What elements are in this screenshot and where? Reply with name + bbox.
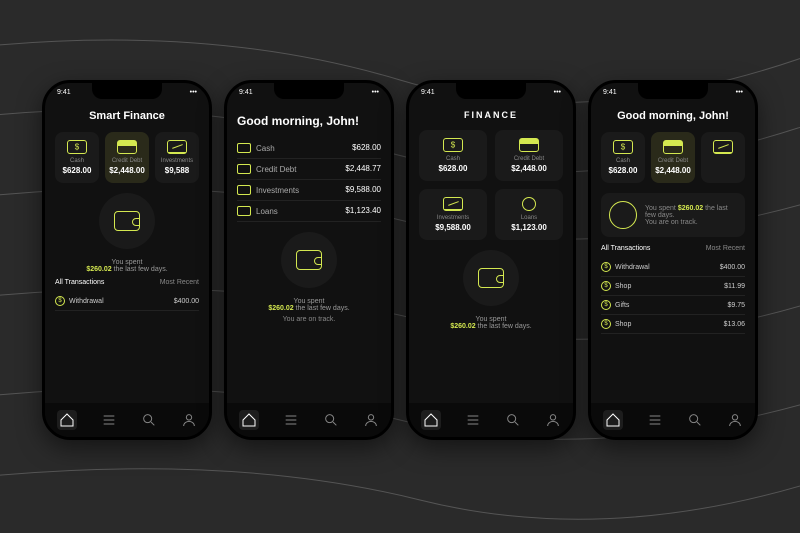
card-loans[interactable]: Loans$1,123.00 — [495, 189, 563, 240]
status-time: 9:41 — [239, 89, 253, 96]
status-time: 9:41 — [421, 89, 435, 96]
credit-card-icon — [519, 138, 539, 152]
greeting: Good morning, John! — [601, 110, 745, 122]
nav-list[interactable] — [647, 412, 663, 428]
card-cash[interactable]: Cash$628.00 — [601, 132, 645, 183]
wallet-button[interactable] — [99, 193, 155, 249]
tx-row[interactable]: $Withdrawal$400.00 — [601, 258, 745, 277]
tx-row[interactable]: $Withdrawal$400.00 — [55, 292, 199, 311]
row-cash[interactable]: Cash$628.00 — [237, 138, 381, 159]
cash-icon — [237, 143, 251, 153]
nav-profile[interactable] — [181, 412, 197, 428]
track-status: You are on track. — [237, 316, 381, 323]
tx-row[interactable]: $Shop$11.99 — [601, 277, 745, 296]
progress-ring-icon — [609, 201, 637, 229]
wallet-button[interactable] — [463, 250, 519, 306]
nav-home[interactable] — [421, 410, 441, 430]
chart-icon — [167, 140, 187, 154]
tab-recent[interactable]: Most Recent — [706, 245, 745, 252]
card-credit[interactable]: Credit Debt$2,448.00 — [651, 132, 695, 183]
nav-home[interactable] — [239, 410, 259, 430]
nav-search[interactable] — [141, 412, 157, 428]
accounts-row: Cash$628.00 Credit Debt$2,448.00 — [601, 132, 745, 183]
tab-all[interactable]: All Transactions — [55, 279, 104, 286]
nav-home[interactable] — [57, 410, 77, 430]
accounts-row: Cash$628.00 Credit Debt$2,448.00 Investm… — [55, 132, 199, 183]
credit-card-icon — [117, 140, 137, 154]
cash-icon — [613, 140, 633, 154]
phone-morning-tx: 9:41••• Good morning, John! Cash$628.00 … — [588, 80, 758, 440]
nav-profile[interactable] — [727, 412, 743, 428]
accounts-grid: Cash$628.00 Credit Debt$2,448.00 Investm… — [419, 130, 563, 240]
chart-icon — [443, 197, 463, 211]
dollar-icon: $ — [601, 262, 611, 272]
card-credit[interactable]: Credit Debt$2,448.00 — [495, 130, 563, 181]
spent-summary: You spent$260.02 the last few days. — [419, 316, 563, 330]
tab-recent[interactable]: Most Recent — [160, 279, 199, 286]
wallet-icon — [478, 268, 504, 288]
tx-row[interactable]: $Gifts$9.75 — [601, 296, 745, 315]
credit-card-icon — [237, 164, 251, 174]
tx-tabs: All Transactions Most Recent — [55, 279, 199, 286]
nav-profile[interactable] — [545, 412, 561, 428]
nav-list[interactable] — [101, 412, 117, 428]
row-loans[interactable]: Loans$1,123.40 — [237, 201, 381, 222]
nav-list[interactable] — [283, 412, 299, 428]
spent-summary: You spent$260.02 the last few days. — [55, 259, 199, 273]
chart-icon — [237, 185, 251, 195]
bottom-nav — [591, 403, 755, 437]
brand-title: FINANCE — [419, 110, 563, 120]
nav-search[interactable] — [505, 412, 521, 428]
spent-summary: You spent$260.02 the last few days. — [237, 298, 381, 312]
loan-icon — [237, 206, 251, 216]
loan-icon — [522, 197, 536, 211]
phone-morning-list: 9:41••• Good morning, John! Cash$628.00 … — [224, 80, 394, 440]
card-more[interactable] — [701, 132, 745, 183]
cash-icon — [67, 140, 87, 154]
wallet-icon — [296, 250, 322, 270]
nav-search[interactable] — [687, 412, 703, 428]
dollar-icon: $ — [601, 300, 611, 310]
status-icons: ••• — [190, 89, 197, 96]
bottom-nav — [227, 403, 391, 437]
nav-list[interactable] — [465, 412, 481, 428]
card-cash[interactable]: Cash$628.00 — [419, 130, 487, 181]
credit-card-icon — [663, 140, 683, 154]
wallet-icon — [114, 211, 140, 231]
card-invest[interactable]: Investments$9,588.00 — [419, 189, 487, 240]
nav-profile[interactable] — [363, 412, 379, 428]
greeting: Good morning, John! — [237, 114, 381, 128]
spent-card[interactable]: You spent $260.02 the last few days.You … — [601, 193, 745, 237]
status-time: 9:41 — [57, 89, 71, 96]
chart-icon — [713, 140, 733, 154]
wallet-button[interactable] — [281, 232, 337, 288]
tx-tabs: All Transactions Most Recent — [601, 245, 745, 252]
phone-smart-finance: 9:41 ••• Smart Finance Cash$628.00 Credit… — [42, 80, 212, 440]
tx-row[interactable]: $Shop$13.06 — [601, 315, 745, 334]
nav-search[interactable] — [323, 412, 339, 428]
dollar-icon: $ — [601, 281, 611, 291]
card-cash[interactable]: Cash$628.00 — [55, 132, 99, 183]
bottom-nav — [45, 403, 209, 437]
status-time: 9:41 — [603, 89, 617, 96]
cash-icon — [443, 138, 463, 152]
dollar-icon: $ — [601, 319, 611, 329]
phone-finance-grid: 9:41••• FINANCE Cash$628.00 Credit Debt$… — [406, 80, 576, 440]
tab-all[interactable]: All Transactions — [601, 245, 650, 252]
bottom-nav — [409, 403, 573, 437]
row-credit[interactable]: Credit Debt$2,448.77 — [237, 159, 381, 180]
nav-home[interactable] — [603, 410, 623, 430]
row-invest[interactable]: Investments$9,588.00 — [237, 180, 381, 201]
card-investments[interactable]: Investments$9,588 — [155, 132, 199, 183]
card-credit[interactable]: Credit Debt$2,448.00 — [105, 132, 149, 183]
dollar-icon: $ — [55, 296, 65, 306]
app-title: Smart Finance — [55, 110, 199, 122]
